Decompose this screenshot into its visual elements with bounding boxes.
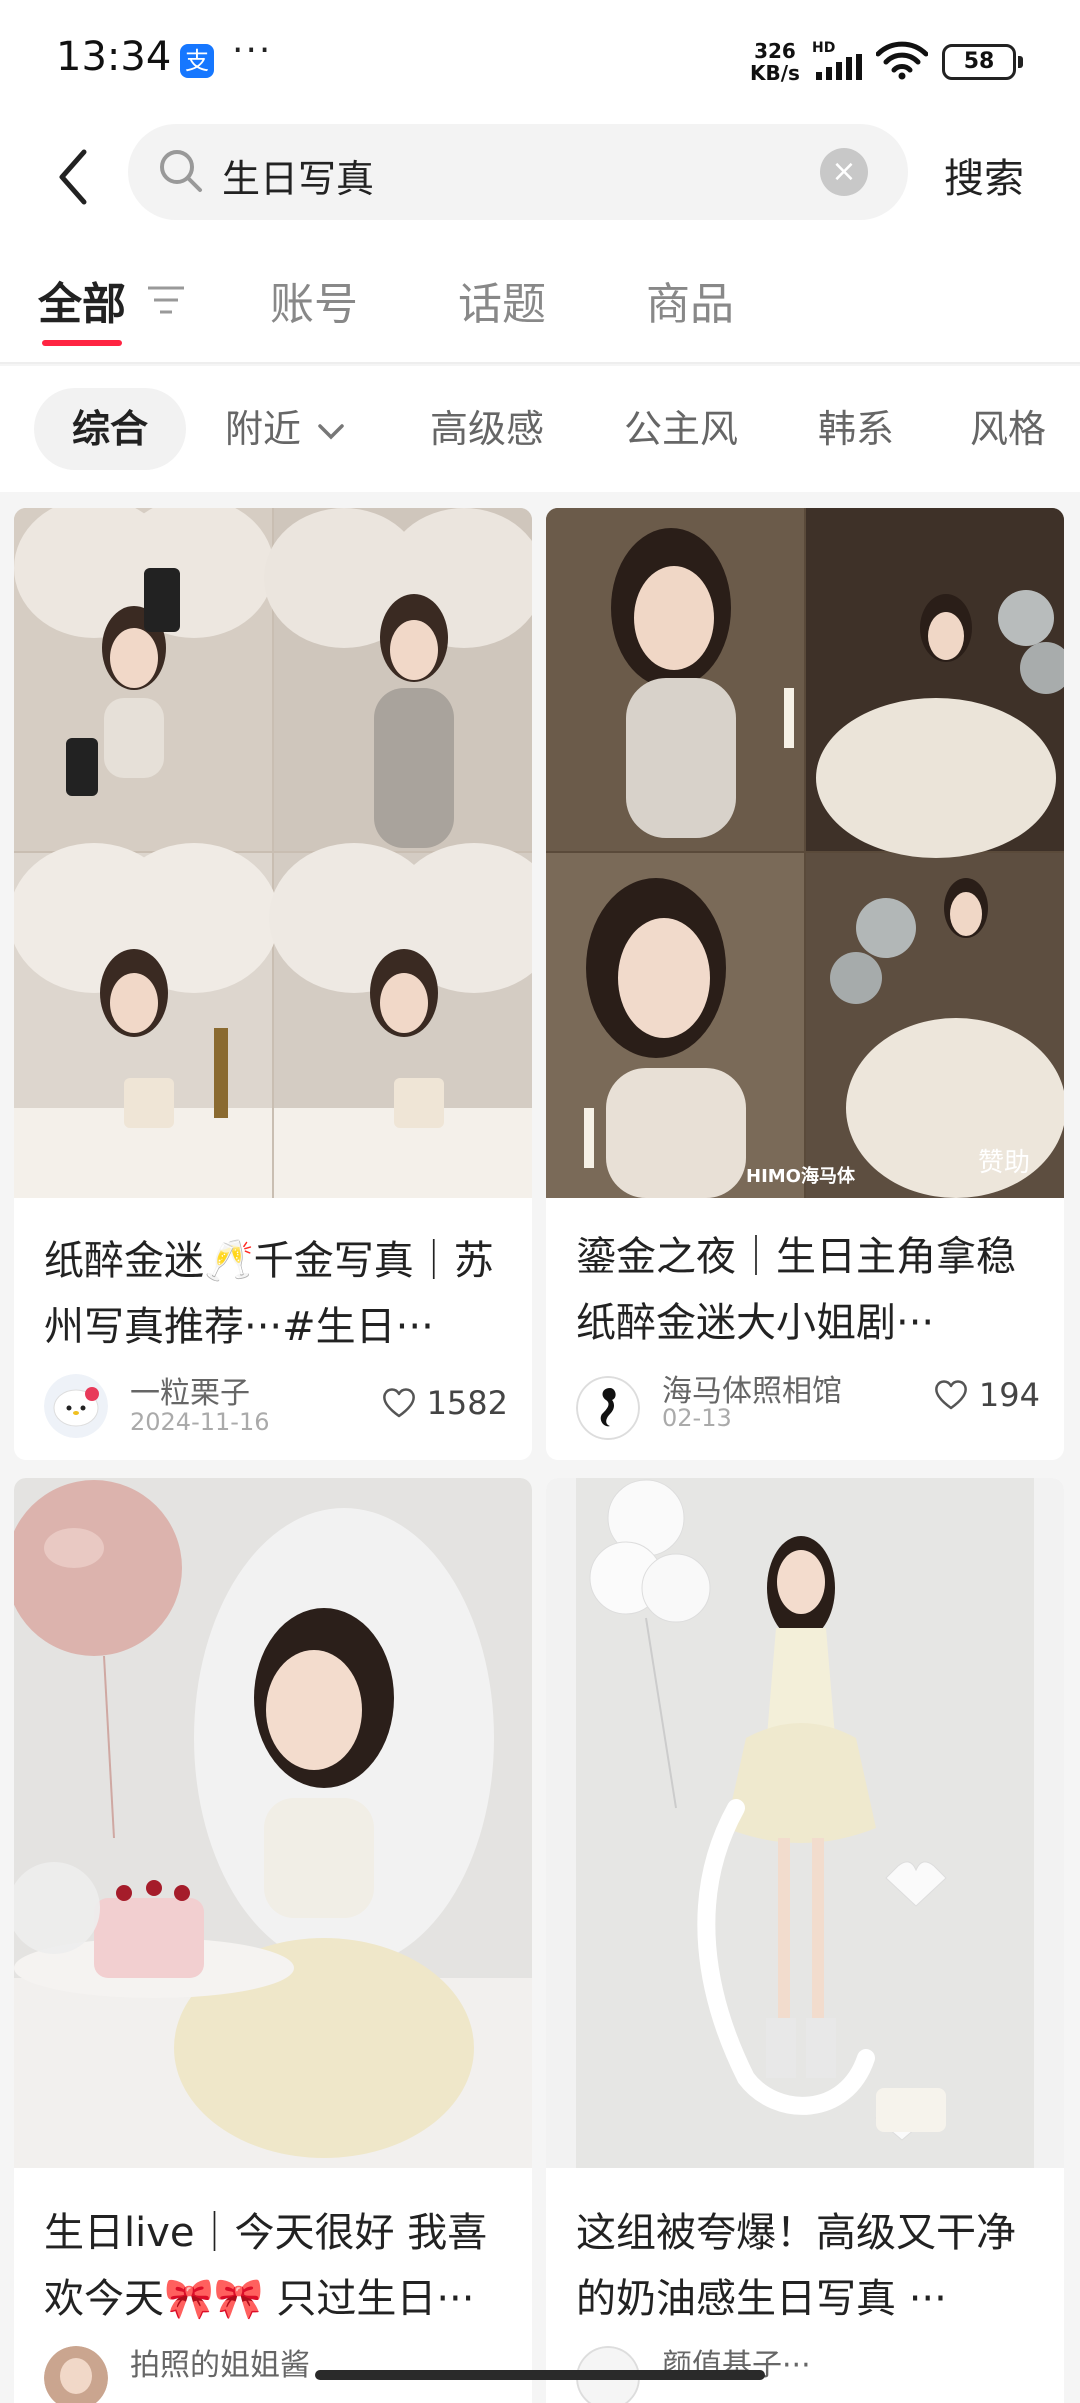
chip-nearby-label: 附近 [225, 407, 302, 451]
more-notifications-icon: ··· [232, 30, 273, 71]
card-title[interactable]: 纸醉金迷🥂千金写真｜苏州写真推荐···#生日··· [44, 1228, 508, 1360]
network-speed-unit: KB/s [750, 61, 800, 85]
card-title[interactable]: 生日live｜今天很好 我喜欢今天🎀🎀 只过生日··· [44, 2200, 508, 2332]
category-tabs: 全部 账号 话题 商品 [0, 240, 1080, 364]
card-image[interactable] [546, 508, 1064, 1198]
filter-icon[interactable] [146, 284, 186, 318]
status-bar: 13:34 支 ··· 326 KB/s HD 58 [0, 0, 1080, 120]
chip-style[interactable]: 风格 [970, 388, 1046, 470]
wifi-icon [876, 41, 928, 80]
avatar[interactable] [44, 1374, 108, 1438]
like-count: 1582 [426, 1384, 508, 1422]
card-image[interactable] [14, 508, 532, 1198]
heart-icon [935, 1380, 967, 1410]
post-date: 02-13 [662, 1404, 732, 1432]
network-speed: 326 KB/s [750, 40, 800, 84]
alipay-icon: 支 [180, 44, 214, 78]
like-button[interactable]: 194 [933, 1376, 1040, 1414]
tab-accounts[interactable]: 账号 [270, 268, 358, 332]
tab-products[interactable]: 商品 [646, 268, 734, 332]
note-card[interactable]: 生日live｜今天很好 我喜欢今天🎀🎀 只过生日··· 拍照的姐姐酱 [14, 1478, 532, 2403]
filter-chips: 综合 附近 高级感 公主风 韩系 风格 [0, 366, 1080, 492]
card-image[interactable] [546, 1478, 1064, 2168]
battery-icon: 58 [942, 44, 1023, 80]
signal-icon [816, 54, 862, 80]
heart-icon [382, 1388, 415, 1418]
home-indicator[interactable] [315, 2370, 765, 2380]
search-header: 生日写真 × 搜索 [0, 120, 1080, 240]
chevron-down-icon [318, 423, 344, 439]
avatar[interactable] [576, 1376, 640, 1440]
avatar[interactable] [44, 2346, 108, 2403]
result-feed: 纸醉金迷🥂千金写真｜苏州写真推荐···#生日··· 一粒栗子 2024-11-1… [0, 492, 1080, 2403]
chip-korean[interactable]: 韩系 [818, 388, 894, 470]
like-button[interactable]: 1582 [381, 1384, 508, 1422]
author-name[interactable]: 拍照的姐姐酱 [130, 2340, 310, 2384]
app-screen: 13:34 支 ··· 326 KB/s HD 58 生日写真 × 搜索 全部 … [0, 0, 1080, 2403]
brand-watermark: HIMO海马体 [746, 1166, 855, 1187]
network-speed-value: 326 [754, 39, 796, 63]
tab-topics[interactable]: 话题 [458, 268, 546, 332]
clear-icon[interactable]: × [820, 148, 868, 196]
status-time: 13:34 [56, 34, 172, 80]
chip-premium[interactable]: 高级感 [430, 388, 544, 470]
note-card[interactable]: HIMO海马体 赞助 鎏金之夜｜生日主角拿稳纸醉金迷大小姐剧··· 海马体照相馆… [546, 508, 1064, 1460]
search-input[interactable]: 生日写真 × [128, 124, 908, 220]
search-button[interactable]: 搜索 [944, 146, 1024, 204]
like-count: 194 [978, 1376, 1040, 1414]
chip-princess[interactable]: 公主风 [624, 388, 738, 470]
search-query[interactable]: 生日写真 [222, 148, 374, 203]
card-title[interactable]: 鎏金之夜｜生日主角拿稳纸醉金迷大小姐剧··· [576, 1224, 1040, 1356]
author-name[interactable]: 一粒栗子 [130, 1368, 250, 1412]
card-title[interactable]: 这组被夸爆！高级又干净的奶油感生日写真 ··· [576, 2200, 1040, 2332]
back-icon[interactable] [50, 144, 100, 210]
sponsor-tag: 赞助 [977, 1148, 1030, 1178]
chip-nearby[interactable]: 附近 [225, 388, 345, 470]
note-card[interactable]: 这组被夸爆！高级又干净的奶油感生日写真 ··· 颜值基子··· [546, 1478, 1064, 2403]
post-date: 2024-11-16 [130, 1408, 270, 1436]
note-card[interactable]: 纸醉金迷🥂千金写真｜苏州写真推荐···#生日··· 一粒栗子 2024-11-1… [14, 508, 532, 1460]
chip-comprehensive[interactable]: 综合 [34, 388, 187, 470]
search-icon [160, 150, 202, 192]
tab-all[interactable]: 全部 [38, 268, 126, 332]
card-image[interactable] [14, 1478, 532, 2168]
active-tab-indicator [42, 340, 122, 346]
